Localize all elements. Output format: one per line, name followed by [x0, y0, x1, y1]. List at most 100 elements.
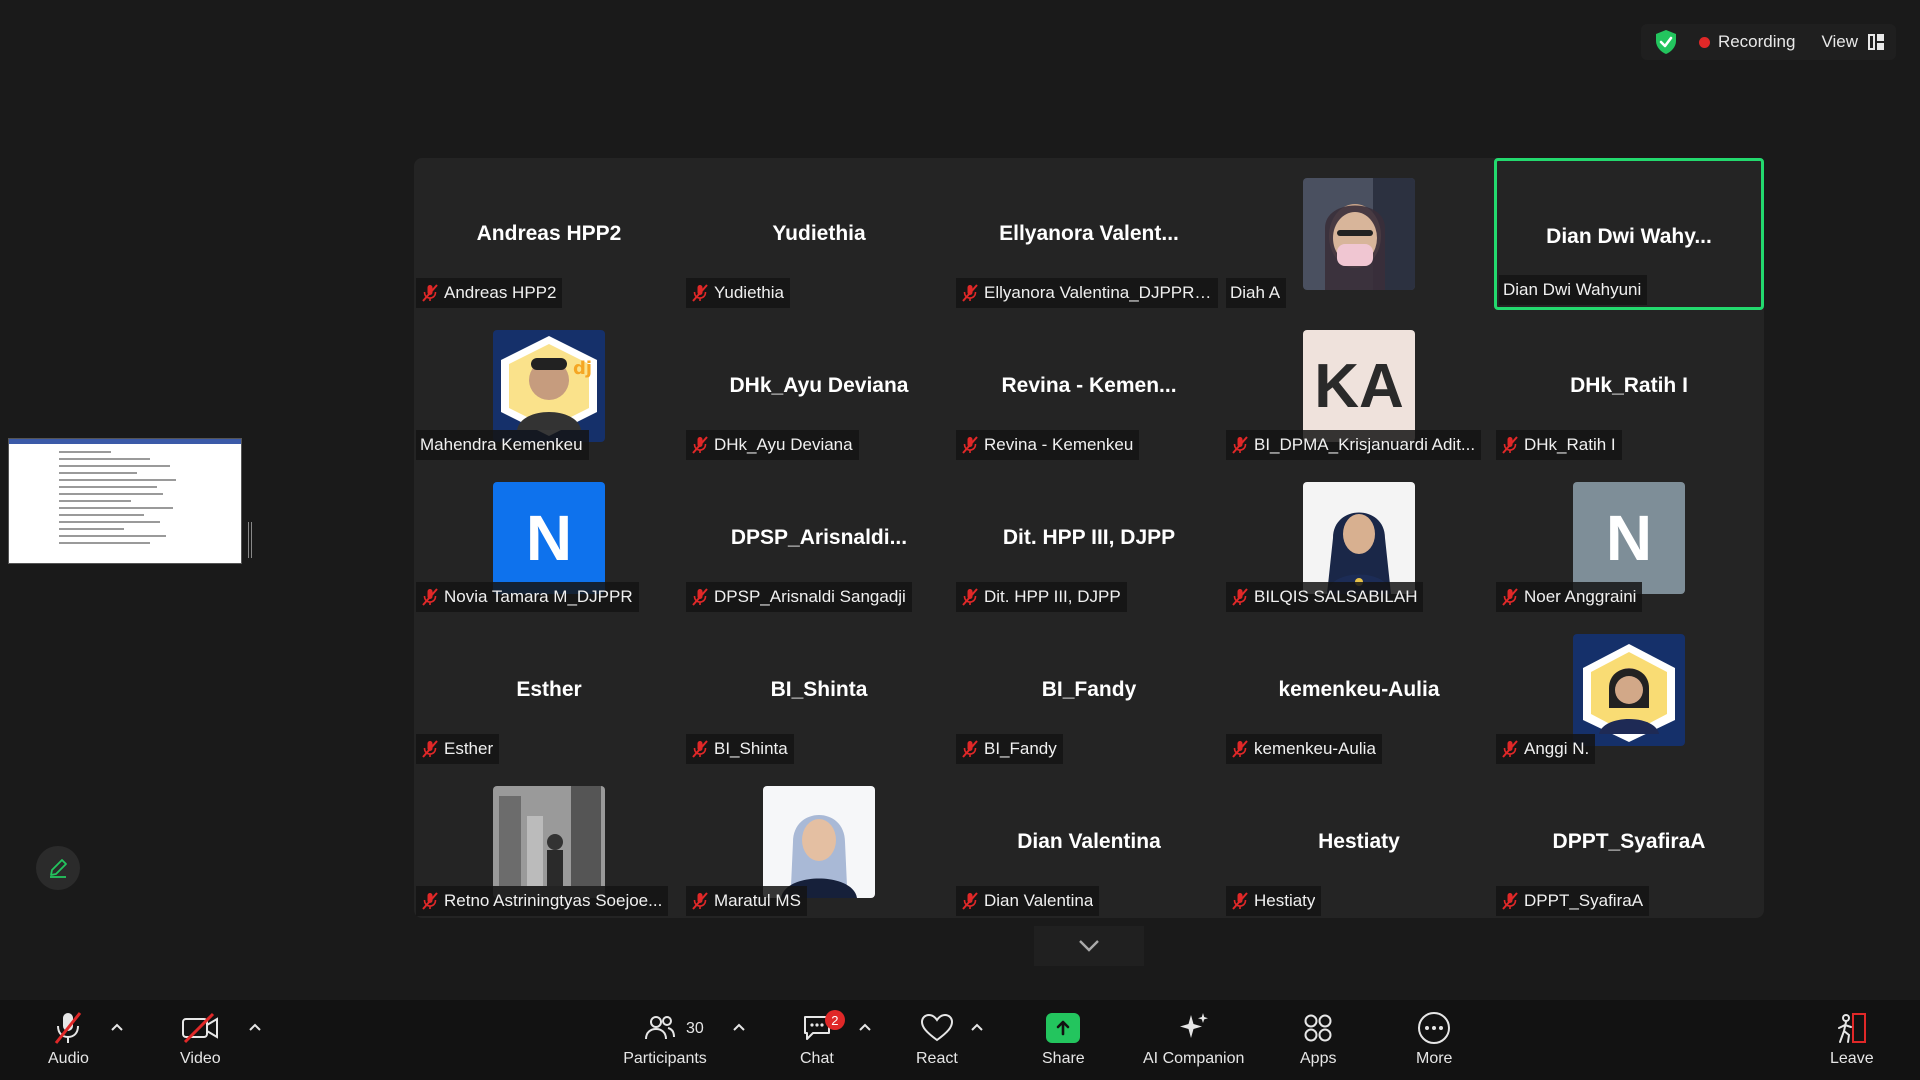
participant-name: DHk_Ayu Deviana — [714, 435, 853, 454]
participant-avatar: N — [1573, 482, 1685, 594]
gallery-scroll-down-button[interactable] — [1034, 926, 1144, 966]
react-options-caret-icon[interactable] — [970, 1022, 984, 1032]
participant-tile[interactable]: Andreas HPP2 Andreas HPP2 — [414, 158, 684, 310]
participant-name-label: DHk_Ayu Deviana — [686, 430, 859, 460]
recording-dot-icon — [1698, 36, 1710, 48]
participant-tile[interactable]: Anggi N. — [1494, 614, 1764, 766]
avatar-initials: KA — [1314, 351, 1404, 421]
chevron-down-icon — [1079, 940, 1099, 952]
participant-display-name: DPSP_Arisnaldi... — [730, 526, 908, 549]
participant-tile[interactable]: KA BI_DPMA_Krisjanuardi Adit... — [1224, 310, 1494, 462]
participant-name: Ellyanora Valentina_DJPPR ... — [984, 283, 1212, 302]
participant-name-label: Hestiaty — [1226, 886, 1322, 916]
participant-display-name: BI_Shinta — [770, 678, 868, 701]
chat-button[interactable]: 2 Chat — [800, 1008, 845, 1068]
participant-tile[interactable]: BI_Fandy BI_Fandy — [954, 614, 1224, 766]
participant-tile[interactable]: Revina - Kemen... Revina - Kemenkeu — [954, 310, 1224, 462]
participant-display-name: kemenkeu-Aulia — [1278, 678, 1440, 701]
more-label: More — [1416, 1050, 1453, 1067]
meeting-top-bar: Recording View — [1640, 24, 1896, 60]
participant-name: Anggi N. — [1524, 739, 1590, 758]
avatar-initials: N — [525, 502, 573, 574]
participant-name: Revina - Kemenkeu — [984, 435, 1134, 454]
microphone-muted-icon — [1232, 588, 1248, 606]
participant-tile[interactable]: Dian Valentina Dian Valentina — [954, 766, 1224, 918]
participant-display-name: DHk_Ayu Deviana — [729, 374, 909, 397]
microphone-muted-icon — [422, 740, 438, 758]
participant-tile[interactable]: DHk_Ratih I DHk_Ratih I — [1494, 310, 1764, 462]
more-button[interactable]: More — [1416, 1008, 1452, 1068]
heart-icon — [920, 1013, 953, 1042]
video-options-caret-icon[interactable] — [248, 1022, 262, 1032]
participant-display-name: Andreas HPP2 — [476, 222, 622, 245]
participant-tile[interactable]: Ellyanora Valent... Ellyanora Valentina_D… — [954, 158, 1224, 310]
participant-name: BI_Shinta — [714, 739, 788, 758]
participant-display-name: BI_Fandy — [1041, 678, 1137, 701]
react-button[interactable]: React — [916, 1008, 958, 1068]
audio-options-caret-icon[interactable] — [110, 1022, 124, 1032]
shared-screen-thumbnail[interactable] — [8, 438, 242, 564]
sparkle-icon — [1179, 1013, 1208, 1038]
participants-count: 30 — [686, 1020, 704, 1037]
participants-button[interactable]: 30 Participants — [620, 1008, 710, 1068]
participant-name: Maratul MS — [714, 891, 801, 910]
participant-tile[interactable]: DPPT_SyafiraA DPPT_SyafiraA — [1494, 766, 1764, 918]
share-label: Share — [1042, 1050, 1085, 1067]
ai-companion-button[interactable]: AI Companion — [1143, 1008, 1244, 1068]
audio-button[interactable]: Audio — [48, 1008, 89, 1068]
chat-options-caret-icon[interactable] — [858, 1022, 872, 1032]
microphone-muted-icon — [962, 740, 978, 758]
recording-indicator[interactable]: Recording — [1689, 32, 1812, 52]
participant-tile[interactable]: N Noer Anggraini — [1494, 462, 1764, 614]
participant-name-label: Ellyanora Valentina_DJPPR ... — [956, 278, 1218, 308]
view-button[interactable]: View — [1821, 32, 1884, 52]
participant-tile[interactable]: Yudiethia Yudiethia — [684, 158, 954, 310]
microphone-muted-icon — [962, 436, 978, 454]
participant-name-label: kemenkeu-Aulia — [1226, 734, 1382, 764]
participant-name: Diah A — [1230, 283, 1281, 302]
participant-tile[interactable]: Hestiaty Hestiaty — [1224, 766, 1494, 918]
apps-icon — [1304, 1014, 1332, 1042]
microphone-muted-icon — [1232, 740, 1248, 758]
participant-tile[interactable]: Maratul MS — [684, 766, 954, 918]
microphone-muted-icon — [1232, 892, 1248, 910]
video-button[interactable]: Video — [180, 1008, 221, 1068]
grid-view-icon — [1868, 34, 1884, 50]
participant-tile[interactable]: kemenkeu-Aulia kemenkeu-Aulia — [1224, 614, 1494, 766]
participant-tile[interactable]: Retno Astriningtyas Soejoe... — [414, 766, 684, 918]
microphone-muted-icon — [692, 284, 708, 302]
chat-unread-badge: 2 — [824, 1010, 845, 1030]
participants-options-caret-icon[interactable] — [732, 1022, 746, 1032]
microphone-muted-icon — [692, 892, 708, 910]
shield-check-icon[interactable] — [1653, 28, 1679, 56]
annotate-button[interactable] — [36, 846, 80, 890]
participant-tile[interactable]: Diah A — [1224, 158, 1494, 310]
participants-icon — [645, 1016, 675, 1040]
leave-door-icon — [1837, 1013, 1866, 1043]
participant-name-label: Diah A — [1226, 278, 1287, 308]
participant-display-name: Revina - Kemen... — [1001, 374, 1177, 397]
apps-button[interactable]: Apps — [1300, 1008, 1336, 1068]
thumbnail-resize-handle[interactable] — [248, 522, 252, 558]
participant-tile[interactable]: dj Mahendra Kemenkeu — [414, 310, 684, 462]
microphone-muted-icon — [692, 436, 708, 454]
leave-button[interactable]: Leave — [1830, 1008, 1874, 1068]
participant-tile[interactable]: Dian Dwi Wahy... Dian Dwi Wahyuni — [1494, 158, 1764, 310]
participant-tile[interactable]: Dit. HPP III, DJPP Dit. HPP III, DJPP — [954, 462, 1224, 614]
participant-tile[interactable]: Esther Esther — [414, 614, 684, 766]
participant-tile[interactable]: BI_Shinta BI_Shinta — [684, 614, 954, 766]
participant-name-label: BI_Fandy — [956, 734, 1063, 764]
participant-tile[interactable]: BILQIS SALSABILAH — [1224, 462, 1494, 614]
participant-profile-photo — [763, 786, 875, 898]
share-screen-button[interactable]: Share — [1042, 1008, 1085, 1068]
participant-display-name: Yudiethia — [772, 222, 866, 245]
participant-name: DHk_Ratih I — [1524, 435, 1616, 454]
microphone-muted-icon — [1502, 436, 1518, 454]
participant-name-label: Dian Dwi Wahyuni — [1499, 275, 1648, 305]
participant-tile[interactable]: DPSP_Arisnaldi... DPSP_Arisnaldi Sangadji — [684, 462, 954, 614]
participant-tile[interactable]: N Novia Tamara M_DJPPR — [414, 462, 684, 614]
participant-tile[interactable]: DHk_Ayu Deviana DHk_Ayu Deviana — [684, 310, 954, 462]
participant-profile-photo: dj — [493, 330, 605, 442]
participant-name: Retno Astriningtyas Soejoe... — [444, 891, 663, 910]
view-label: View — [1821, 32, 1858, 51]
